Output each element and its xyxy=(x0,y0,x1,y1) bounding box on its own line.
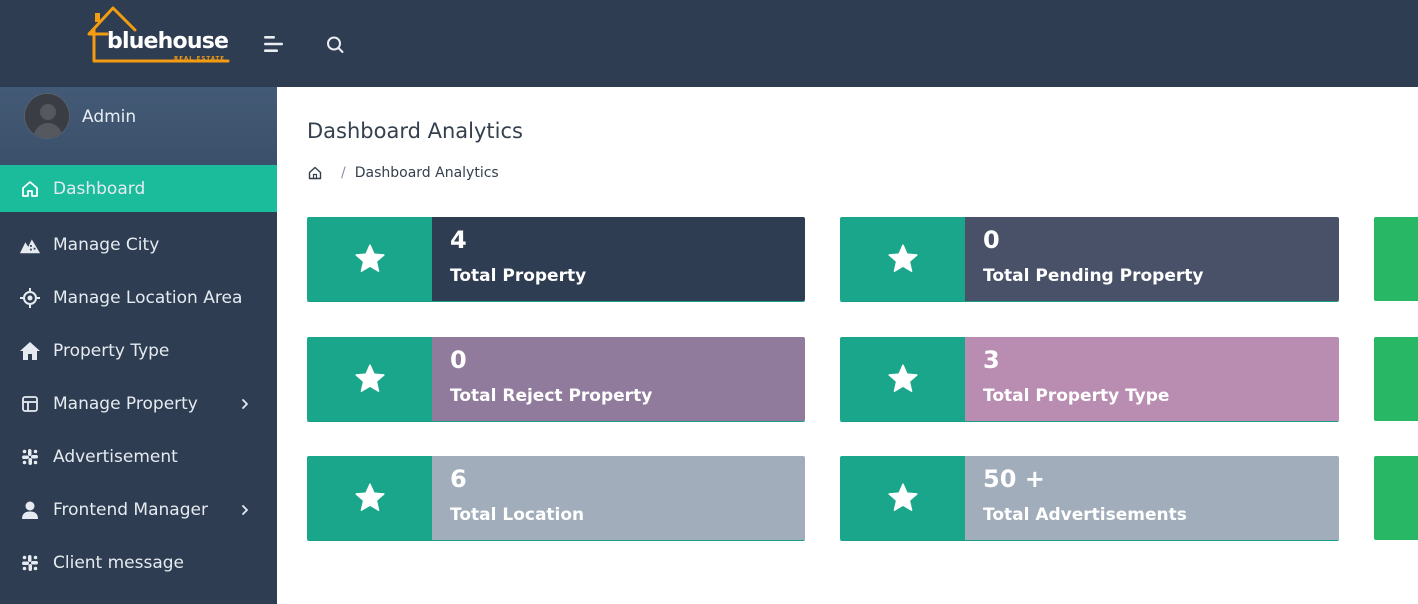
stat-label: Total Advertisements xyxy=(983,505,1187,525)
brand-tagline: REAL ESTATE xyxy=(174,56,226,62)
card-icon-panel xyxy=(840,456,965,540)
stat-card-total-property-type[interactable]: 3 Total Property Type xyxy=(840,337,1339,421)
brand-name: bluehouse xyxy=(107,29,229,54)
stat-value: 3 xyxy=(983,346,1000,374)
star-icon xyxy=(887,364,918,392)
slack-icon xyxy=(19,552,41,574)
menu-toggle-button[interactable] xyxy=(258,30,288,58)
card-body: 0 Total Pending Property xyxy=(965,217,1339,301)
stat-card-partial[interactable] xyxy=(1374,456,1418,540)
star-icon xyxy=(887,244,918,272)
stat-value: 0 xyxy=(983,226,1000,254)
sidebar-item-label: Manage Location Area xyxy=(53,287,243,308)
avatar[interactable] xyxy=(24,93,70,139)
sidebar-item-property-type[interactable]: Property Type xyxy=(0,324,277,377)
sidebar-item-label: Manage City xyxy=(53,234,160,255)
sidebar-item-label: Advertisement xyxy=(53,446,178,467)
sidebar-item-client-message[interactable]: Client message xyxy=(0,536,277,589)
sidebar-item-manage-location-area[interactable]: Manage Location Area xyxy=(0,271,277,324)
sidebar-item-advertisement[interactable]: Advertisement xyxy=(0,430,277,483)
sidebar-item-manage-property[interactable]: Manage Property xyxy=(0,377,277,430)
star-icon xyxy=(354,244,385,272)
location-icon xyxy=(19,287,41,309)
sidebar-nav: Dashboard Manage City Manage Location Ar… xyxy=(0,165,277,589)
card-icon-panel xyxy=(307,456,432,540)
card-body: 6 Total Location xyxy=(432,456,805,540)
user-avatar-icon xyxy=(25,94,69,138)
star-icon xyxy=(354,364,385,392)
card-icon-panel xyxy=(840,337,965,421)
layout-icon xyxy=(19,393,41,415)
stat-label: Total Property Type xyxy=(983,386,1170,406)
stat-label: Total Property xyxy=(450,266,587,286)
card-icon-panel xyxy=(840,217,965,301)
stat-card-total-location[interactable]: 6 Total Location xyxy=(307,456,805,540)
sidebar: Admin Dashboard Manage City Manage Locat… xyxy=(0,87,277,604)
brand-logo[interactable]: bluehouse REAL ESTATE xyxy=(86,4,236,66)
star-icon xyxy=(887,483,918,511)
stat-card-total-property[interactable]: 4 Total Property xyxy=(307,217,805,301)
stat-card-partial[interactable] xyxy=(1374,337,1418,421)
card-body: 0 Total Reject Property xyxy=(432,337,805,421)
search-button[interactable] xyxy=(322,32,348,58)
stat-value: 6 xyxy=(450,465,467,493)
breadcrumb: / Dashboard Analytics xyxy=(307,162,499,184)
star-icon xyxy=(354,483,385,511)
card-icon-panel xyxy=(307,337,432,421)
card-body: 3 Total Property Type xyxy=(965,337,1339,421)
sidebar-item-label: Manage Property xyxy=(53,393,198,414)
page-title: Dashboard Analytics xyxy=(307,119,523,143)
stat-card-partial[interactable] xyxy=(1374,217,1418,301)
sidebar-item-label: Frontend Manager xyxy=(53,499,208,520)
user-name: Admin xyxy=(82,107,137,127)
menu-icon xyxy=(264,36,283,52)
card-body: 4 Total Property xyxy=(432,217,805,301)
sidebar-item-manage-city[interactable]: Manage City xyxy=(0,218,277,271)
stat-label: Total Pending Property xyxy=(983,266,1204,286)
city-icon xyxy=(19,234,41,256)
chevron-right-icon xyxy=(242,398,248,409)
sidebar-item-frontend-manager[interactable]: Frontend Manager xyxy=(0,483,277,536)
stat-label: Total Location xyxy=(450,505,585,525)
sidebar-item-dashboard[interactable]: Dashboard xyxy=(0,165,277,212)
stat-value: 50 + xyxy=(983,465,1045,493)
user-panel: Admin xyxy=(0,87,277,165)
sidebar-item-label: Client message xyxy=(53,552,185,573)
sidebar-item-label: Dashboard xyxy=(53,178,146,199)
card-icon-panel xyxy=(307,217,432,301)
breadcrumb-separator: / xyxy=(341,165,346,181)
user-icon xyxy=(19,499,41,521)
stat-label: Total Reject Property xyxy=(450,386,653,406)
breadcrumb-current: Dashboard Analytics xyxy=(354,165,499,181)
home-icon[interactable] xyxy=(307,165,323,181)
stat-card-total-pending-property[interactable]: 0 Total Pending Property xyxy=(840,217,1339,301)
stat-value: 4 xyxy=(450,226,467,254)
stat-value: 0 xyxy=(450,346,467,374)
search-icon xyxy=(327,36,344,53)
home-icon xyxy=(19,178,41,200)
top-bar: bluehouse REAL ESTATE xyxy=(0,0,1418,87)
card-body: 50 + Total Advertisements xyxy=(965,456,1339,540)
chevron-right-icon xyxy=(242,504,248,515)
house-icon xyxy=(19,340,41,362)
sidebar-item-label: Property Type xyxy=(53,340,170,361)
stat-card-total-reject-property[interactable]: 0 Total Reject Property xyxy=(307,337,805,421)
slack-icon xyxy=(19,446,41,468)
stat-card-total-advertisements[interactable]: 50 + Total Advertisements xyxy=(840,456,1339,540)
